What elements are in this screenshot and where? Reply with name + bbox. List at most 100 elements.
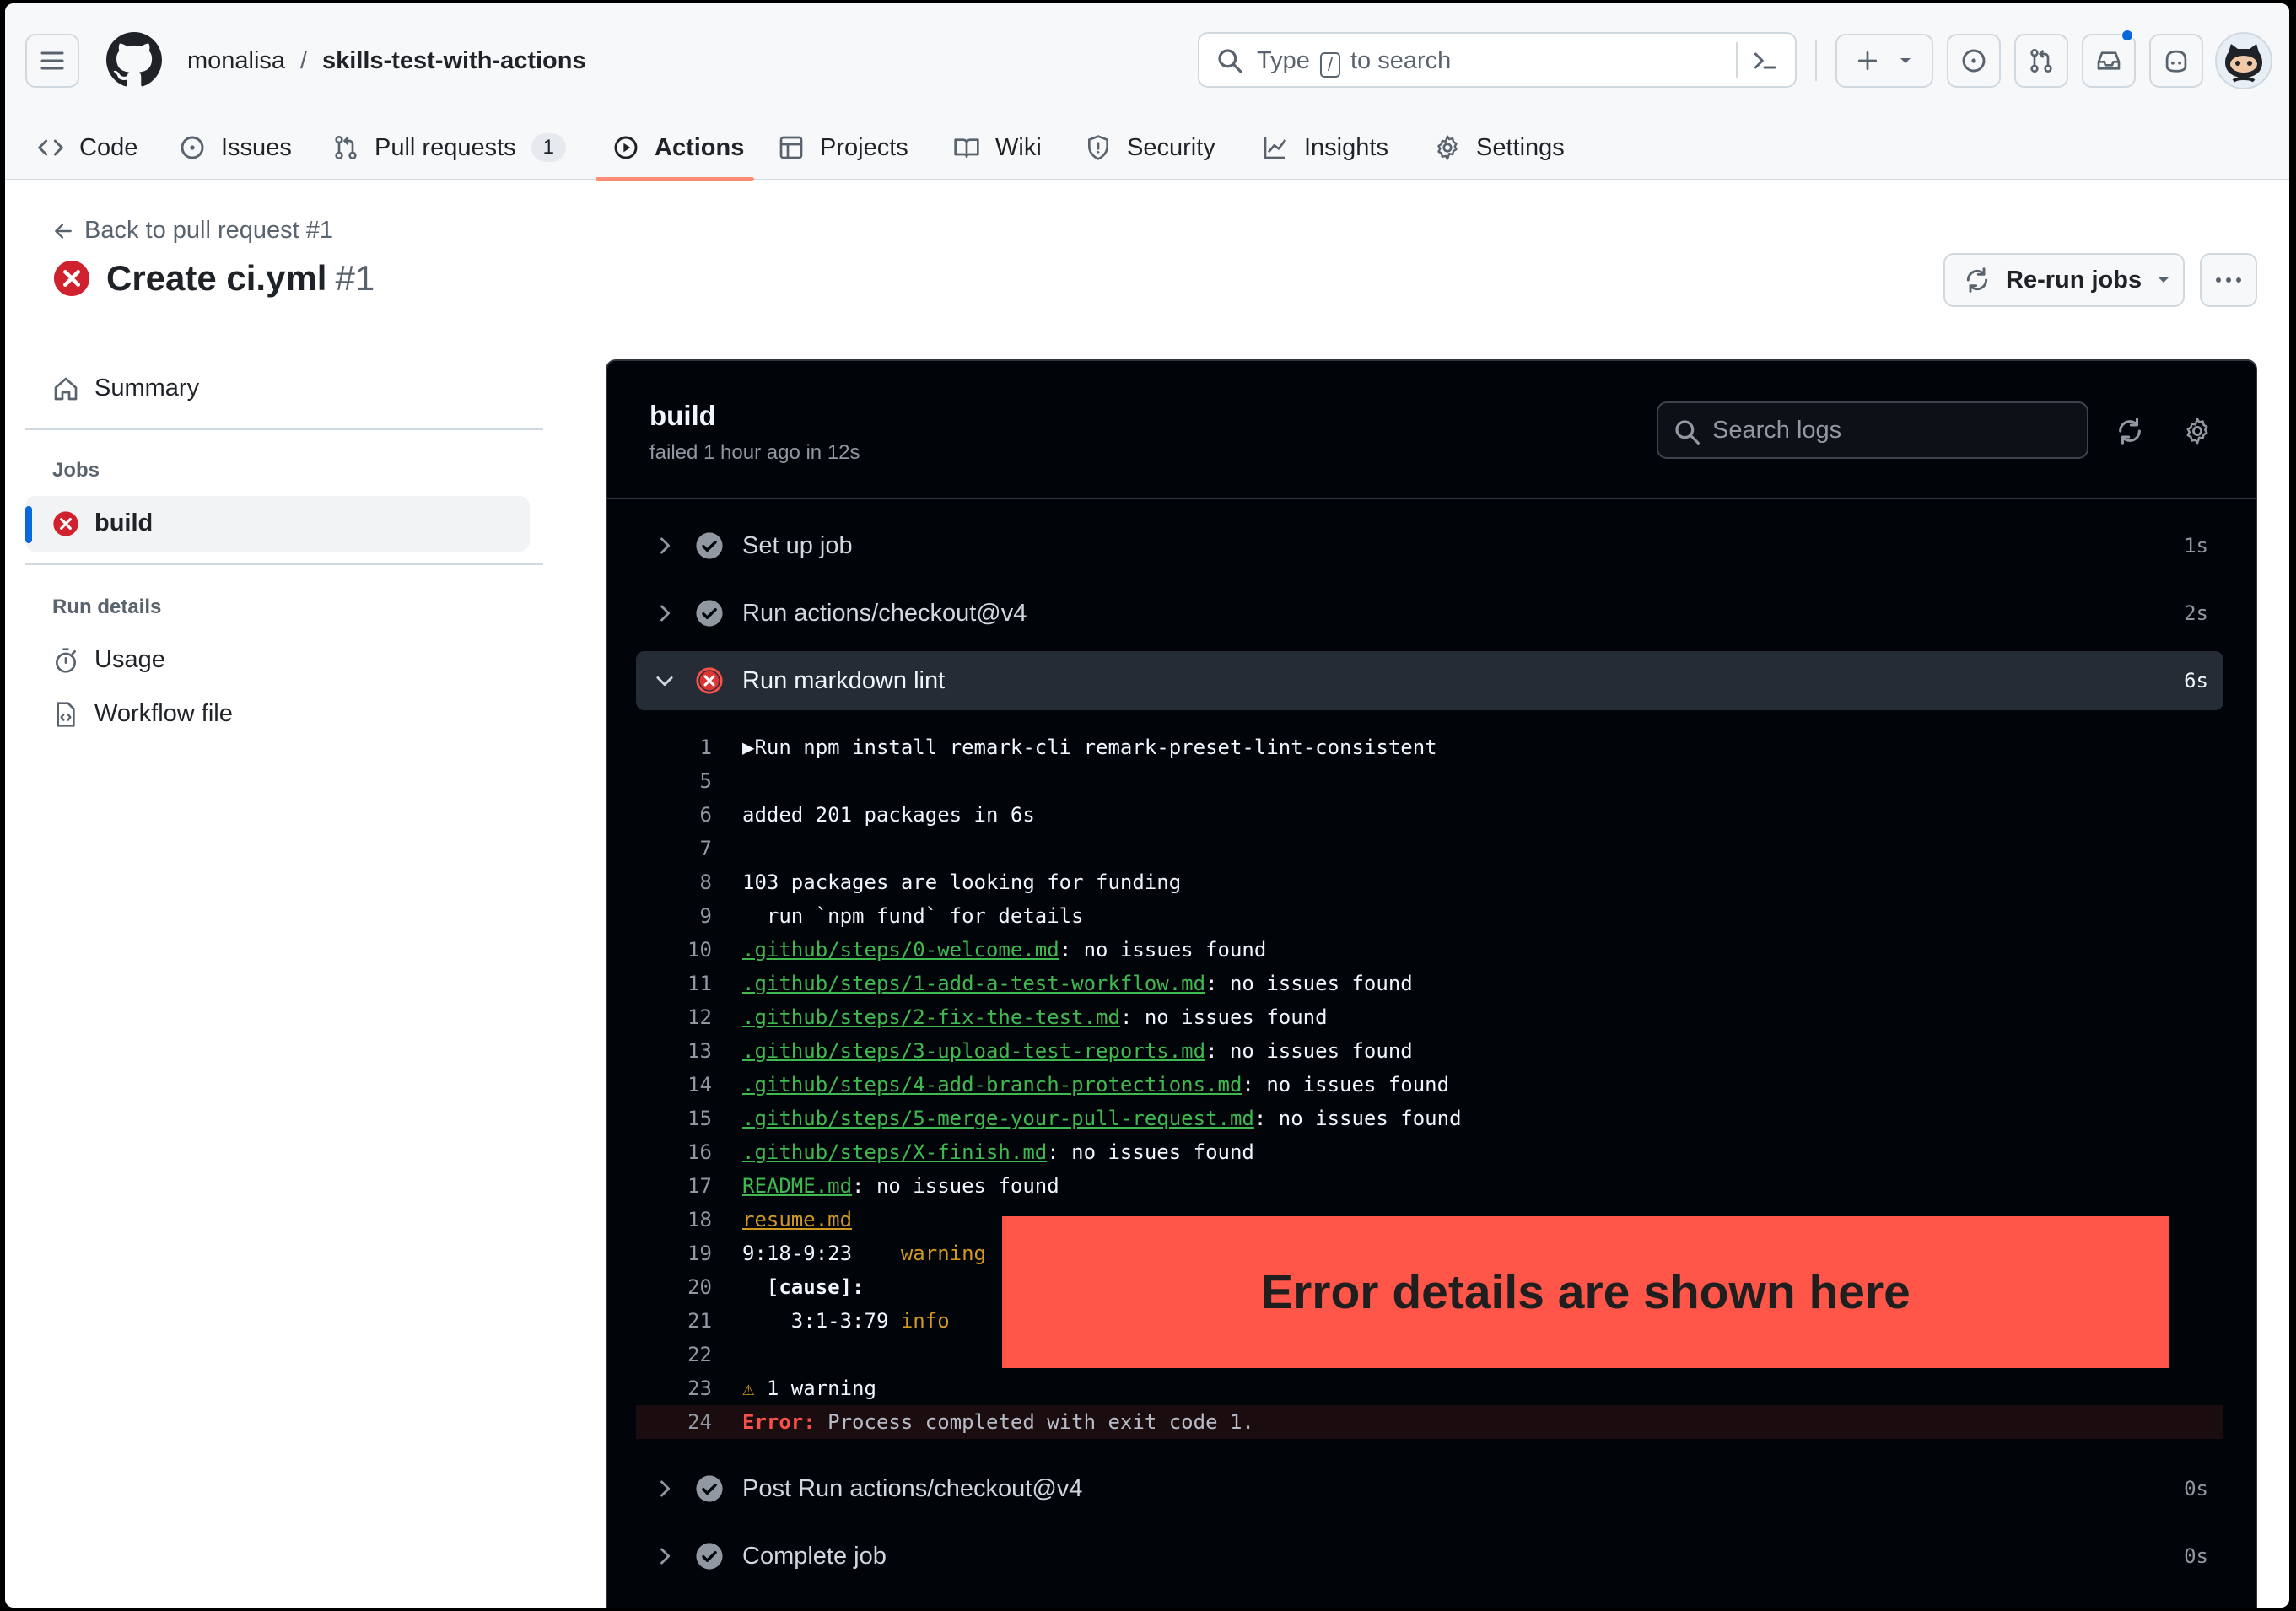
file-link[interactable]: .github/steps/0-welcome.md: [742, 938, 1059, 962]
log-line[interactable]: 7: [636, 832, 2223, 865]
line-content: 3:1-3:79: [742, 1309, 889, 1333]
rerun-jobs-button[interactable]: Re-run jobs: [1943, 253, 2185, 307]
chevron-right-icon: [660, 605, 671, 622]
expand-triangle-icon[interactable]: ▶: [742, 735, 754, 759]
tab-insights[interactable]: Insights: [1262, 115, 1388, 180]
tab-pull-requests-label: Pull requests: [375, 133, 516, 161]
step-duration: 0s: [2184, 1544, 2208, 1568]
global-header: monalisa / skills-test-with-actions Type…: [5, 3, 2289, 181]
chevron-down-icon: [656, 676, 673, 687]
file-link-warning[interactable]: resume.md: [742, 1208, 852, 1231]
avatar[interactable]: [2215, 32, 2272, 89]
log-line[interactable]: 6 added 201 packages in 6s: [636, 798, 2223, 832]
sidebar-item-build-content[interactable]: build: [52, 509, 153, 537]
line-number: 24: [687, 1410, 712, 1434]
repo-name-link[interactable]: skills-test-with-actions: [322, 46, 586, 76]
file-link[interactable]: .github/steps/4-add-branch-protections.m…: [742, 1073, 1242, 1096]
pull-requests-button[interactable]: [2014, 34, 2068, 88]
line-number: 11: [687, 972, 712, 995]
line-content: 103 packages are looking for funding: [742, 870, 1182, 894]
sidebar-active-indicator: [25, 506, 32, 543]
triangle-down-icon: [1900, 58, 1911, 63]
tab-actions[interactable]: Actions: [612, 115, 744, 180]
line-content: : no issues found: [1205, 1039, 1413, 1063]
file-link[interactable]: .github/steps/1-add-a-test-workflow.md: [742, 972, 1205, 995]
file-link[interactable]: .github/steps/2-fix-the-test.md: [742, 1005, 1120, 1029]
copilot-button[interactable]: [2149, 34, 2203, 88]
search-placeholder: Type / to search: [1257, 47, 1451, 78]
step-run-markdown-lint[interactable]: Run markdown lint 6s: [636, 651, 2223, 710]
tab-pull-requests[interactable]: Pull requests 1: [332, 115, 567, 180]
step-set-up-job[interactable]: Set up job 1s: [636, 516, 2223, 575]
line-text: 9:18-9:23 warning: [742, 1237, 986, 1270]
sidebar-build-label: build: [94, 509, 154, 536]
log-line[interactable]: 11 .github/steps/1-add-a-test-workflow.md…: [636, 967, 2223, 1000]
file-link[interactable]: .github/steps/X-finish.md: [742, 1140, 1047, 1164]
log-line[interactable]: 12 .github/steps/2-fix-the-test.md: no is…: [636, 1000, 2223, 1034]
file-code-icon: [57, 701, 75, 727]
sidebar-summary-label: Summary: [94, 374, 200, 401]
tab-issues[interactable]: Issues: [179, 115, 292, 180]
global-search-input[interactable]: Type / to search: [1198, 32, 1797, 88]
line-number: 23: [687, 1377, 712, 1400]
log-line[interactable]: 23 ⚠ 1 warning: [636, 1371, 2223, 1405]
home-icon: [54, 377, 78, 400]
triangle-down-icon: [2159, 277, 2169, 283]
tab-projects[interactable]: Projects: [778, 115, 908, 180]
step-post-run-checkout[interactable]: Post Run actions/checkout@v4 0s: [636, 1459, 2223, 1518]
search-logs-input[interactable]: Search logs: [1657, 401, 2088, 459]
github-logo-icon[interactable]: [106, 32, 162, 88]
chevron-right-icon: [660, 537, 671, 554]
tab-code[interactable]: Code: [37, 115, 137, 180]
log-line-error[interactable]: 24 Error: Process completed with exit cod…: [636, 1405, 2223, 1439]
log-line[interactable]: 17 README.md: no issues found: [636, 1169, 2223, 1203]
log-line[interactable]: 16 .github/steps/X-finish.md: no issues f…: [636, 1135, 2223, 1169]
line-number: 22: [687, 1343, 712, 1366]
tab-security[interactable]: Security: [1085, 115, 1215, 180]
sidebar-item-usage[interactable]: Usage: [52, 646, 165, 674]
menu-button[interactable]: [25, 34, 79, 88]
sidebar-item-summary[interactable]: Summary: [52, 374, 199, 402]
workflow-run-number: #1: [335, 258, 375, 298]
tab-insights-label: Insights: [1304, 133, 1388, 161]
line-text: .github/steps/0-welcome.md: no issues fo…: [742, 933, 1266, 967]
more-options-button[interactable]: [2200, 253, 2257, 307]
header-divider: [1815, 40, 1817, 81]
log-line[interactable]: 5: [636, 764, 2223, 798]
breadcrumb-separator: /: [300, 47, 308, 74]
log-line[interactable]: 1 ▶Run npm install remark-cli remark-pres…: [636, 730, 2223, 764]
line-content: run `npm fund` for details: [742, 904, 1084, 928]
log-line[interactable]: 8 103 packages are looking for funding: [636, 865, 2223, 899]
search-shortcut-key: /: [1319, 52, 1340, 78]
log-line[interactable]: 15 .github/steps/5-merge-your-pull-reques…: [636, 1102, 2223, 1135]
search-suffix-text: to search: [1350, 47, 1452, 74]
log-line[interactable]: 13 .github/steps/3-upload-test-reports.md…: [636, 1034, 2223, 1068]
arrow-left-icon: [55, 223, 72, 239]
line-text: Error: Process completed with exit code …: [742, 1405, 1254, 1439]
file-link[interactable]: .github/steps/3-upload-test-reports.md: [742, 1039, 1205, 1063]
line-number: 15: [687, 1107, 712, 1130]
gear-icon[interactable]: [2183, 417, 2212, 445]
notification-dot: [2121, 29, 2134, 42]
log-line[interactable]: 14 .github/steps/4-add-branch-protections…: [636, 1068, 2223, 1102]
line-content: 9:18-9:23: [742, 1242, 853, 1265]
issues-button[interactable]: [1947, 34, 2001, 88]
repo-owner-link[interactable]: monalisa: [187, 46, 285, 76]
log-line[interactable]: 9 run `npm fund` for details: [636, 899, 2223, 933]
create-new-button[interactable]: [1835, 34, 1933, 88]
step-label: Post Run actions/checkout@v4: [742, 1474, 1083, 1502]
step-run-checkout[interactable]: Run actions/checkout@v4 2s: [636, 584, 2223, 643]
file-link[interactable]: README.md: [742, 1174, 852, 1198]
log-line[interactable]: 10 .github/steps/0-welcome.md: no issues …: [636, 933, 2223, 967]
tab-projects-label: Projects: [820, 133, 908, 161]
file-link[interactable]: .github/steps/5-merge-your-pull-request.…: [742, 1107, 1254, 1130]
step-complete-job[interactable]: Complete job 0s: [636, 1527, 2223, 1586]
command-palette-icon[interactable]: [1751, 47, 1778, 74]
line-content: added 201 packages in 6s: [742, 803, 1035, 827]
gear-icon: [1437, 135, 1458, 160]
back-to-pull-request-link[interactable]: Back to pull request #1: [52, 217, 333, 245]
tab-wiki[interactable]: Wiki: [953, 115, 1042, 180]
sidebar-item-workflow-file[interactable]: Workflow file: [52, 700, 233, 728]
sync-icon[interactable]: [2115, 417, 2144, 445]
tab-settings[interactable]: Settings: [1434, 115, 1565, 180]
